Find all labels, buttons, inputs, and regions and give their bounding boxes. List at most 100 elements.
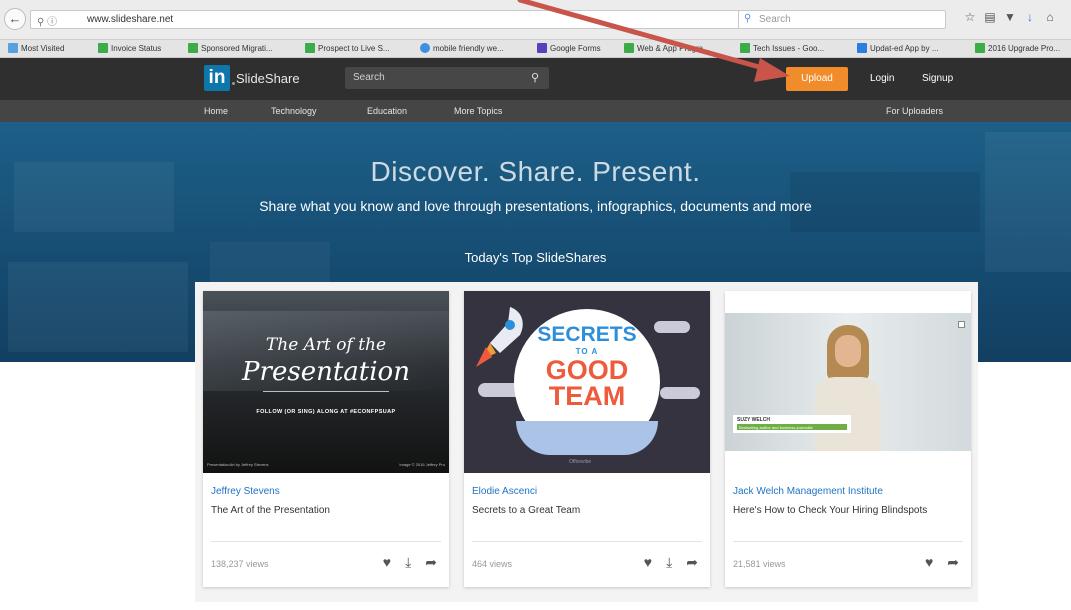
thumbnail-credit-left: PresentationArt by Jeffrey Stevens: [207, 462, 269, 467]
thumbnail-tagline: FOLLOW (OR SING) ALONG AT #ECONFPSUAP: [256, 409, 396, 415]
hero-background-tile-bottom-left: [8, 262, 188, 352]
bookmark-item[interactable]: Tech Issues - Goo...: [740, 43, 824, 53]
bookmark-favicon-icon: [188, 43, 198, 53]
download-icon[interactable]: ↓: [1020, 10, 1040, 24]
like-heart-icon[interactable]: ♥: [383, 554, 391, 570]
bookmark-label: Prospect to Live S...: [318, 44, 390, 53]
card-divider: [472, 541, 702, 542]
bookmarks-bar: Most Visited Invoice Status Sponsored Migr…: [0, 40, 1071, 58]
card-author-link[interactable]: Jack Welch Management Institute: [733, 486, 883, 497]
search-engine-icon: ⚲: [744, 13, 752, 24]
bookmark-label: mobile friendly we...: [433, 44, 504, 53]
card-divider: [211, 541, 441, 542]
thumbnail-word-team: TEAM: [548, 381, 626, 411]
nav-more-topics[interactable]: More Topics: [454, 106, 502, 116]
bookmark-item[interactable]: Prospect to Live S...: [305, 43, 390, 53]
card-title-link[interactable]: The Art of the Presentation: [211, 505, 330, 516]
bookmark-favicon-icon: [537, 43, 547, 53]
bookmark-favicon-icon: [975, 43, 985, 53]
bookmark-favicon-icon: [98, 43, 108, 53]
video-badge-icon: [958, 321, 965, 328]
bookmark-item[interactable]: Sponsored Migrati...: [188, 43, 273, 53]
bookmark-item[interactable]: Most Visited: [8, 43, 64, 53]
share-arrow-icon[interactable]: ➦: [425, 554, 437, 571]
card-title-link[interactable]: Here's How to Check Your Hiring Blindspo…: [733, 505, 927, 516]
card-thumbnail[interactable]: SUZY WELCH Bestselling author and busine…: [725, 291, 971, 473]
browser-search-box[interactable]: ⚲ Search: [738, 10, 946, 29]
nav-home[interactable]: Home: [204, 106, 228, 116]
card-thumbnail[interactable]: The Art of the Presentation FOLLOW (OR S…: [203, 291, 449, 473]
bookmark-label: Invoice Status: [111, 44, 162, 53]
thumbnail-title-line1: The Art of the: [265, 335, 387, 355]
thumbnail-brand: Officevibe: [569, 459, 592, 465]
home-icon[interactable]: ⌂: [1040, 10, 1060, 24]
bookmark-favicon-icon: [8, 43, 18, 53]
url-text: www.slideshare.net: [87, 14, 174, 25]
pocket-icon[interactable]: ▼: [1000, 10, 1020, 24]
address-bar[interactable]: ⚲ ⓘ www.slideshare.net ↻: [30, 10, 756, 29]
thumbnail-divider: [263, 391, 389, 392]
lower-third-name: SUZY WELCH: [737, 417, 770, 423]
bookmark-star-icon[interactable]: ☆: [960, 10, 980, 24]
bookmark-item[interactable]: Updat-ed App by ...: [857, 43, 939, 53]
bookmark-item[interactable]: mobile friendly we...: [420, 43, 504, 53]
thumbnail-credit-right: Image © 2016 Jeffrey Pro: [399, 462, 445, 467]
card-view-count: 464 views: [472, 559, 513, 569]
thumbnail-word-secrets: SECRETS: [537, 323, 637, 346]
bookmark-label: Sponsored Migrati...: [201, 44, 273, 53]
nav-for-uploaders[interactable]: For Uploaders: [886, 106, 943, 116]
bookmark-item[interactable]: 2016 Upgrade Pro...: [975, 43, 1060, 53]
thumbnail-cloud-base: [516, 421, 658, 455]
bookmark-item[interactable]: Invoice Status: [98, 43, 161, 53]
bookmark-label: Tech Issues - Goo...: [753, 44, 825, 53]
search-icon[interactable]: ⚲: [531, 71, 539, 84]
nav-technology[interactable]: Technology: [271, 106, 317, 116]
bookmark-item[interactable]: Web & App Progra...: [624, 43, 710, 53]
site-info-icon[interactable]: ⚲ ⓘ: [37, 13, 57, 28]
like-heart-icon[interactable]: ♥: [925, 554, 933, 570]
card-title-link[interactable]: Secrets to a Great Team: [472, 505, 580, 516]
browser-toolbar-icons: ☆ ▤ ▼ ↓ ⌂: [960, 10, 1071, 28]
browser-toolbar: ← ⚲ ⓘ www.slideshare.net ↻ ⚲ Search ☆▤▼↓…: [0, 0, 1071, 40]
slideshow-card[interactable]: SECRETS TO A GOOD TEAM Officevibe Elodie…: [464, 291, 710, 587]
bookmark-item[interactable]: Google Forms: [537, 43, 601, 53]
clipboard-icon[interactable]: ▤: [980, 10, 1000, 24]
card-view-count: 138,237 views: [211, 559, 269, 569]
back-arrow-icon[interactable]: ←: [4, 8, 26, 30]
bookmark-favicon-icon: [305, 43, 315, 53]
linkedin-logo[interactable]: in: [204, 65, 230, 91]
thumbnail-title-line2: Presentation: [242, 357, 410, 387]
download-icon[interactable]: ⤓: [405, 554, 411, 571]
speaker-body: [815, 377, 881, 451]
slideshare-logo-text[interactable]: SlideShare: [236, 71, 300, 86]
slideshow-card[interactable]: SUZY WELCH Bestselling author and busine…: [725, 291, 971, 587]
card-view-count: 21,581 views: [733, 559, 786, 569]
card-thumbnail[interactable]: SECRETS TO A GOOD TEAM Officevibe: [464, 291, 710, 473]
share-arrow-icon[interactable]: ➦: [686, 554, 698, 571]
nav-education[interactable]: Education: [367, 106, 407, 116]
bookmark-label: 2016 Upgrade Pro...: [988, 44, 1061, 53]
slideshow-card[interactable]: The Art of the Presentation FOLLOW (OR S…: [203, 291, 449, 587]
download-icon[interactable]: ⤓: [666, 554, 672, 571]
hero-subtitle: Share what you know and love through pre…: [259, 198, 812, 214]
share-arrow-icon[interactable]: ➦: [947, 554, 959, 571]
card-author-link[interactable]: Jeffrey Stevens: [211, 486, 280, 497]
logo-dot-icon: [232, 82, 235, 85]
signup-link[interactable]: Signup: [922, 73, 953, 84]
upload-button[interactable]: Upload: [786, 67, 848, 91]
browser-search-placeholder: Search: [759, 14, 791, 25]
bookmark-label: Google Forms: [550, 44, 601, 53]
navigation-row: ← ⚲ ⓘ www.slideshare.net ↻ ⚲ Search ☆▤▼↓…: [0, 8, 1071, 30]
topic-nav: Home Technology Education More Topics Fo…: [0, 100, 1071, 122]
lower-third-caption: SUZY WELCH Bestselling author and busine…: [733, 415, 851, 433]
lower-third-subtitle: Bestselling author and business journali…: [739, 425, 813, 430]
bookmark-favicon-icon: [420, 43, 430, 53]
site-search-input[interactable]: Search ⚲: [345, 67, 549, 89]
card-author-link[interactable]: Elodie Ascenci: [472, 486, 537, 497]
login-link[interactable]: Login: [870, 73, 894, 84]
card-divider: [733, 541, 963, 542]
like-heart-icon[interactable]: ♥: [644, 554, 652, 570]
card-actions: ♥ ⤓ ➦: [369, 554, 437, 571]
speaker-face: [835, 335, 861, 367]
card-actions: ♥ ➦: [911, 554, 959, 571]
